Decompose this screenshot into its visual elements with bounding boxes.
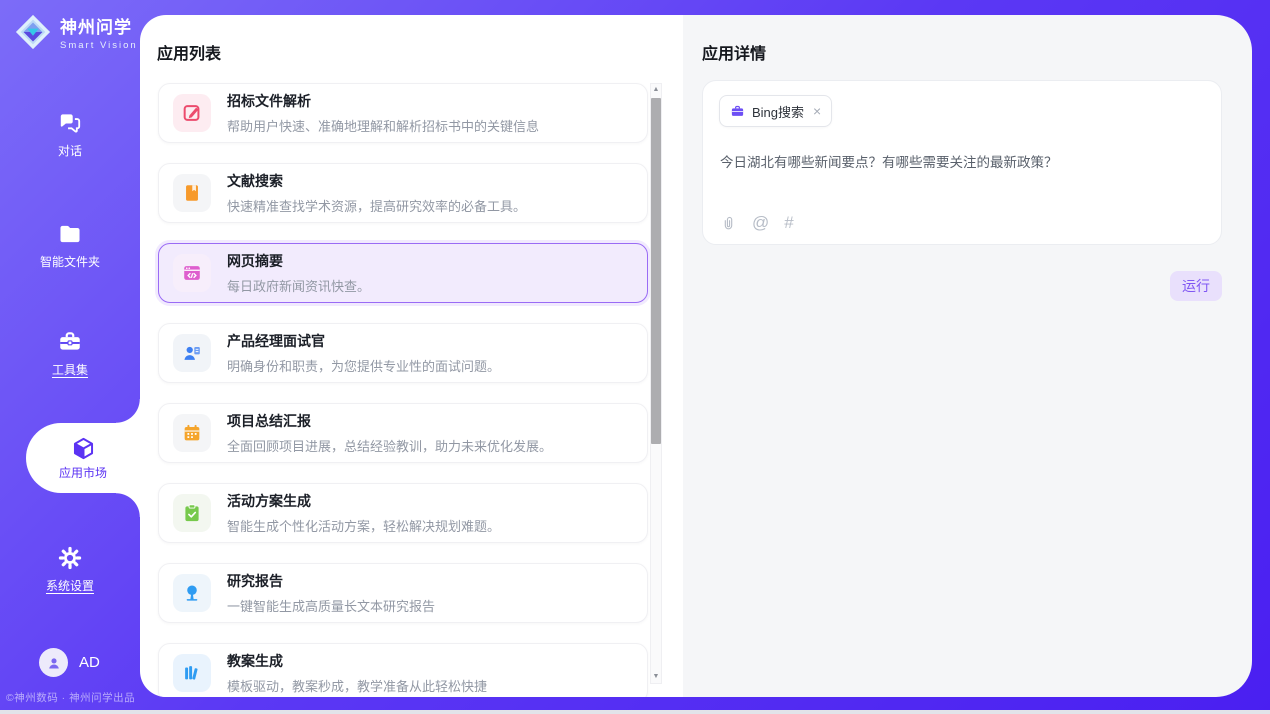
app-desc: 模板驱动，教案秒成，教学准备从此轻松快捷 [227,676,487,695]
tool-chip-bing-search[interactable]: Bing搜索 × [719,95,832,127]
app-desc: 明确身份和职责，为您提供专业性的面试问题。 [227,356,500,375]
user-account[interactable]: AD [39,648,100,677]
app-title: 招标文件解析 [227,91,539,111]
brand-text: 神州问学 Smart Vision [60,13,138,51]
sidebar-item-label: 对话 [0,142,140,159]
list-item-research-report[interactable]: 研究报告 一键智能生成高质量长文本研究报告 [158,563,648,623]
attachment-toolbar: @ # [720,213,794,233]
app-desc: 一键智能生成高质量长文本研究报告 [227,596,435,615]
research-icon [173,574,211,612]
brand-logo: 神州问学 Smart Vision [14,13,138,51]
active-tab-notch-bottom [116,493,140,517]
app-title: 活动方案生成 [227,491,500,511]
paperclip-icon [720,215,737,232]
app-title: 文献搜索 [227,171,526,191]
cube-icon [71,436,96,461]
list-item-literature-search[interactable]: 文献搜索 快速精准查找学术资源，提高研究效率的必备工具。 [158,163,648,223]
sidebar-item-label: 工具集 [0,361,140,378]
chat-icon [57,110,83,136]
list-item-lesson-plan[interactable]: 教案生成 模板驱动，教案秒成，教学准备从此轻松快捷 [158,643,648,697]
app-detail-panel: 应用详情 Bing搜索 × 今日湖北有哪些新闻要点？有哪些需要关注的最新政策？ [683,15,1252,697]
app-list: 招标文件解析 帮助用户快速、准确地理解和解析招标书中的关键信息 文献搜索 快速精… [158,83,648,697]
list-item-web-summary[interactable]: 网页摘要 每日政府新闻资讯快查。 [158,243,648,303]
app-title: 研究报告 [227,571,435,591]
list-item-bid-doc-parse[interactable]: 招标文件解析 帮助用户快速、准确地理解和解析招标书中的关键信息 [158,83,648,143]
folder-icon [57,221,83,247]
active-tab-notch-top [116,399,140,423]
sidebar-item-label: 应用市场 [59,464,107,481]
scroll-down-button[interactable]: ▼ [651,671,661,683]
sidebar-item-chat[interactable]: 对话 [0,110,140,159]
sidebar-item-toolset[interactable]: 工具集 [0,329,140,378]
list-item-pm-interviewer[interactable]: 产品经理面试官 明确身份和职责，为您提供专业性的面试问题。 [158,323,648,383]
window-bottom-edge [0,710,1270,714]
scrollbar-thumb[interactable] [651,98,661,444]
app-detail-title: 应用详情 [702,40,766,64]
sidebar-item-settings[interactable]: 系统设置 [0,545,140,594]
brand-diamond-icon [14,13,52,51]
books-icon [173,654,211,692]
doc-edit-icon [173,94,211,132]
app-desc: 快速精准查找学术资源，提高研究效率的必备工具。 [227,196,526,215]
list-item-project-summary[interactable]: 项目总结汇报 全面回顾项目进展，总结经验教训，助力未来优化发展。 [158,403,648,463]
app-desc: 智能生成个性化活动方案，轻松解决规划难题。 [227,516,500,535]
user-icon [45,654,63,672]
sidebar-item-smart-folder[interactable]: 智能文件夹 [0,221,140,270]
app-list-title: 应用列表 [157,40,221,64]
sidebar-item-label: 智能文件夹 [0,253,140,270]
app-title: 网页摘要 [227,251,370,271]
list-scrollbar[interactable]: ▲ ▼ [650,83,662,684]
run-button[interactable]: 运行 [1170,271,1222,301]
book-icon [173,174,211,212]
sidebar-item-label: 系统设置 [0,577,140,594]
mention-button[interactable]: @ [752,213,769,233]
scroll-up-button[interactable]: ▲ [651,84,661,96]
app-title: 项目总结汇报 [227,411,552,431]
topic-button[interactable]: # [784,213,793,233]
sidebar: 神州问学 Smart Vision 对话 智能文件夹 工具 [0,0,140,714]
attach-file-button[interactable] [720,215,737,232]
clipboard-check-icon [173,494,211,532]
list-item-event-plan[interactable]: 活动方案生成 智能生成个性化活动方案，轻松解决规划难题。 [158,483,648,543]
interviewer-icon [173,334,211,372]
content-panel: 应用列表 招标文件解析 帮助用户快速、准确地理解和解析招标书中的关键信息 [140,15,1252,697]
app-list-panel: 应用列表 招标文件解析 帮助用户快速、准确地理解和解析招标书中的关键信息 [140,15,683,697]
gear-icon [57,545,83,571]
brand-name: 神州问学 [60,13,138,38]
app-title: 教案生成 [227,651,487,671]
app-desc: 每日政府新闻资讯快查。 [227,276,370,295]
at-icon: @ [752,213,769,233]
calendar-icon [173,414,211,452]
user-initials: AD [79,654,100,671]
app-title: 产品经理面试官 [227,331,500,351]
brand-subtitle: Smart Vision [60,40,138,51]
tool-chip-label: Bing搜索 [752,102,804,121]
briefcase-icon [730,104,745,119]
hash-icon: # [784,213,793,233]
prompt-input[interactable]: 今日湖北有哪些新闻要点？有哪些需要关注的最新政策？ [720,151,1205,171]
app-desc: 全面回顾项目进展，总结经验教训，助力未来优化发展。 [227,436,552,455]
close-icon[interactable]: × [813,104,821,118]
sidebar-item-app-market[interactable]: 应用市场 [26,423,140,493]
prompt-card: Bing搜索 × 今日湖北有哪些新闻要点？有哪些需要关注的最新政策？ @ # [702,80,1222,245]
web-summary-icon [173,254,211,292]
toolbox-icon [57,329,83,355]
avatar [39,648,68,677]
app-desc: 帮助用户快速、准确地理解和解析招标书中的关键信息 [227,116,539,135]
copyright-footer: ©神州数码 · 神州问学出品 [6,690,140,705]
